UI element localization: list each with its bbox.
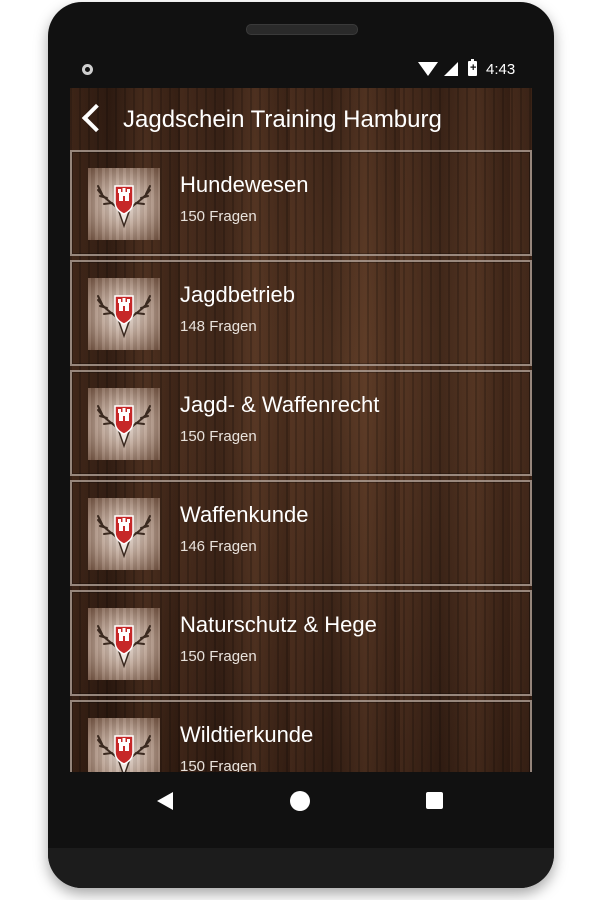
- nav-home-icon[interactable]: [290, 791, 310, 811]
- battery-icon: +: [468, 59, 477, 76]
- page-title: Jagdschein Training Hamburg: [123, 106, 442, 133]
- nav-back-icon[interactable]: [157, 792, 173, 810]
- hamburg-antler-crest-icon: [88, 498, 160, 570]
- question-count: 150 Fragen: [180, 208, 257, 225]
- question-count: 148 Fragen: [180, 318, 257, 335]
- category-title: Wildtierkunde: [180, 722, 314, 747]
- list-item[interactable]: Naturschutz & Hege 150 Fragen: [70, 590, 532, 696]
- category-title: Jagdbetrieb: [180, 282, 295, 307]
- question-count: 146 Fragen: [180, 538, 257, 555]
- question-count: 150 Fragen: [180, 428, 257, 445]
- category-list: Hundewesen 150 Fragen Jagdbetrieb 148 Fr…: [70, 150, 532, 772]
- system-nav-bar: [70, 772, 532, 830]
- hamburg-antler-crest-icon: [88, 278, 160, 350]
- hamburg-antler-crest-icon: [88, 168, 160, 240]
- category-title: Naturschutz & Hege: [180, 612, 377, 637]
- category-title: Jagd- & Waffenrecht: [180, 392, 380, 417]
- list-item[interactable]: Waffenkunde 146 Fragen: [70, 480, 532, 586]
- list-item[interactable]: Jagdbetrieb 148 Fragen: [70, 260, 532, 366]
- status-time: 4:43: [486, 61, 516, 78]
- app-header: Jagdschein Training Hamburg: [70, 88, 532, 150]
- app-screen: Jagdschein Training Hamburg Hundewesen 1…: [70, 88, 532, 772]
- question-count: 150 Fragen: [180, 648, 257, 665]
- hamburg-antler-crest-icon: [88, 388, 160, 460]
- wifi-icon: [418, 62, 438, 76]
- category-title: Hundewesen: [180, 172, 309, 197]
- hamburg-antler-crest-icon: [88, 608, 160, 680]
- list-item[interactable]: Jagd- & Waffenrecht 150 Fragen: [70, 370, 532, 476]
- list-item[interactable]: Wildtierkunde 150 Fragen: [70, 700, 532, 772]
- status-bar: + 4:43: [70, 56, 532, 88]
- nav-recents-icon[interactable]: [426, 792, 443, 809]
- chevron-left-icon[interactable]: [76, 100, 106, 136]
- list-item[interactable]: Hundewesen 150 Fragen: [70, 150, 532, 256]
- phone-speaker: [246, 24, 358, 35]
- category-title: Waffenkunde: [180, 502, 309, 527]
- notification-icon: [82, 64, 93, 75]
- signal-icon: [444, 62, 458, 76]
- question-count: 150 Fragen: [180, 758, 257, 772]
- hamburg-antler-crest-icon: [88, 718, 160, 772]
